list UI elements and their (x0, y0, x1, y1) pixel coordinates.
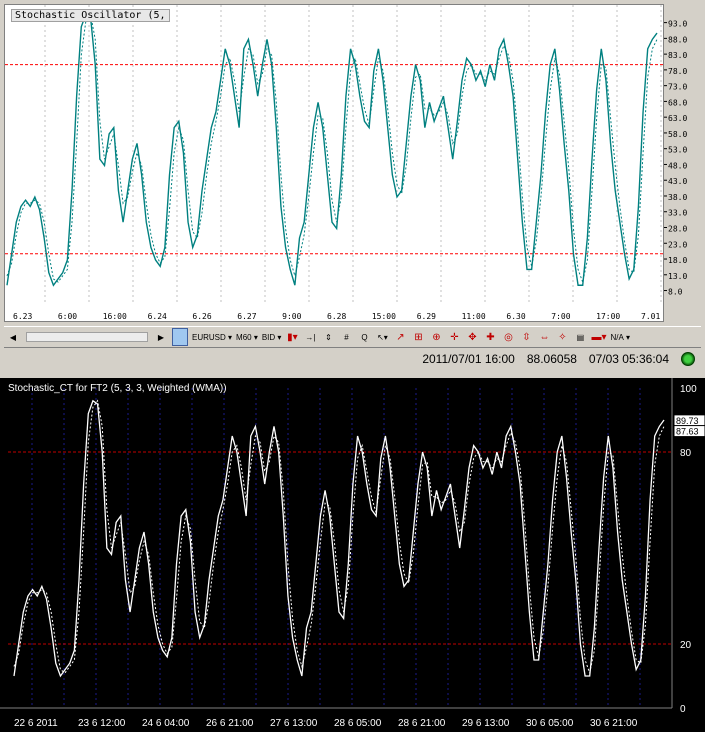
horizontal-scale-icon[interactable]: ⇔ (537, 329, 551, 345)
top-y-tick-label: 38.0 (668, 193, 687, 202)
horizontal-scrollbar[interactable] (26, 332, 148, 342)
top-x-tick-label: 15:00 (372, 312, 396, 321)
top-y-tick-label: 78.0 (668, 67, 687, 76)
top-y-tick-label: 58.0 (668, 130, 687, 139)
cursor-icon[interactable]: ↖▾ (375, 329, 389, 345)
top-y-tick-label: 88.0 (668, 35, 687, 44)
top-chart-window: 6.23 6:00 16:00 6.24 6.26 6.27 9:00 6.28 15:00 6.… (0, 0, 705, 374)
top-x-tick-label: 6.23 (13, 312, 32, 321)
top-y-tick-label: 63.0 (668, 114, 687, 123)
bottom-x-tick-label: 28 6 21:00 (398, 718, 446, 729)
top-main-line (6, 13, 658, 287)
status-bar: 2011/07/01 16:00 88.06058 07/03 05:36:04 (4, 348, 701, 370)
top-y-tick-label: 68.0 (668, 98, 687, 107)
autoscale-icon[interactable]: ⇕ (321, 329, 335, 345)
scroll-left-button[interactable]: ◀ (6, 329, 20, 345)
top-y-tick-label: 48.0 (668, 161, 687, 170)
top-y-tick-label: 93.0 (668, 20, 687, 29)
candlestick-icon[interactable]: ▮▾ (285, 329, 299, 345)
top-signal-line (6, 12, 658, 284)
status-datetime: 2011/07/01 16:00 (422, 352, 515, 366)
price-type-label: BID (261, 332, 276, 342)
bottom-signal-line (13, 399, 665, 675)
top-x-tick-label: 7.01 (641, 312, 660, 321)
bottom-chart-svg: 100 80 20 0 89.7387.63 22 6 2011 23 6 12:00 24 … (0, 378, 705, 729)
top-x-tick-label: 6.24 (148, 312, 167, 321)
chart-thumb-icon[interactable] (172, 328, 188, 346)
connection-icon (681, 352, 695, 366)
top-x-tick-label: 6.28 (327, 312, 346, 321)
bottom-x-tick-label: 27 6 13:00 (270, 718, 318, 729)
top-chart-title: Stochastic Oscillator (5, (11, 9, 170, 22)
zoom-icon[interactable]: ⊕ (429, 329, 443, 345)
top-y-tick-label: 53.0 (668, 146, 687, 155)
zoom-label: N/A (610, 332, 624, 342)
top-x-tick-label: 17:00 (596, 312, 620, 321)
top-y-tick-label: 18.0 (668, 256, 687, 265)
bottom-x-tick-label: 24 6 04:00 (142, 718, 190, 729)
bottom-x-tick-label: 22 6 2011 (14, 718, 58, 729)
scroll-right-button[interactable]: ▶ (154, 329, 168, 345)
top-y-tick-label: 83.0 (668, 51, 687, 60)
top-plot-area[interactable]: 6.23 6:00 16:00 6.24 6.26 6.27 9:00 6.28 15:00 6.… (4, 4, 664, 322)
top-y-tick-label: 13.0 (668, 272, 687, 281)
top-y-tick-label: 33.0 (668, 209, 687, 218)
bottom-value-label: 89.73 (676, 416, 699, 426)
top-y-tick-label: 28.0 (668, 225, 687, 234)
bottom-y-tick-label: 100 (680, 384, 697, 395)
price-type-dropdown[interactable]: BID ▾ (262, 329, 282, 345)
top-x-tick-label: 16:00 (103, 312, 127, 321)
top-chart-svg: 6.23 6:00 16:00 6.24 6.26 6.27 9:00 6.28 15:00 6.… (5, 5, 663, 321)
reset-icon[interactable]: ◎ (501, 329, 515, 345)
timeframe-dropdown[interactable]: M60 ▾ (236, 329, 258, 345)
bottom-x-tick-label: 23 6 12:00 (78, 718, 126, 729)
pan-icon[interactable]: ✥ (465, 329, 479, 345)
draw-line-icon[interactable]: ↗ (393, 329, 407, 345)
symbol-dropdown[interactable]: EURUSD ▾ (192, 329, 232, 345)
quote-icon[interactable]: Q (357, 329, 371, 345)
zoom-dropdown[interactable]: N/A ▾ (610, 329, 630, 345)
bottom-chart-window[interactable]: 100 80 20 0 89.73 87.63 22 6 2011 23 6 12:00 24 … (0, 378, 705, 732)
bottom-main-line (13, 399, 665, 678)
top-x-tick-label: 6:00 (58, 312, 77, 321)
status-clock: 07/03 05:36:04 (588, 352, 669, 366)
bottom-x-tick-label: 29 6 13:00 (462, 718, 510, 729)
vertical-scale-icon[interactable]: ⇳ (519, 329, 533, 345)
timeframe-label: M60 (236, 332, 252, 342)
top-y-axis: 93.0 88.0 83.0 78.0 73.0 68.0 63.0 58.0 53.0 48.0… (664, 20, 687, 297)
shift-end-icon[interactable]: →| (303, 329, 317, 345)
top-x-tick-label: 9:00 (282, 312, 301, 321)
top-x-tick-label: 6.30 (506, 312, 525, 321)
bottom-x-tick-label: 30 6 21:00 (590, 718, 638, 729)
bottom-x-tick-label: 26 6 21:00 (206, 718, 254, 729)
top-x-tick-label: 7:00 (551, 312, 570, 321)
properties-icon[interactable]: ▤ (573, 329, 587, 345)
grid-icon[interactable]: # (339, 329, 353, 345)
bottom-y-tick-label: 20 (680, 640, 692, 651)
crosshair-icon[interactable]: ✛ (447, 329, 461, 345)
top-y-tick-label: 8.0 (668, 288, 683, 297)
top-y-tick-label: 43.0 (668, 177, 687, 186)
bottom-x-tick-label: 30 6 05:00 (526, 718, 574, 729)
bottom-value-label: 87.63 (676, 427, 699, 437)
status-value: 88.06058 (526, 352, 577, 366)
bottom-x-tick-label: 28 6 05:00 (334, 718, 382, 729)
symbol-label: EURUSD (192, 332, 226, 342)
top-y-tick-label: 73.0 (668, 83, 687, 92)
bottom-chart-title: Stochastic_CT for FT2 (5, 3, 3, Weighted… (8, 383, 227, 394)
chart-toolbar: ◀ ▶ EURUSD ▾ M60 ▾ BID ▾ ▮▾ →| ⇕ # Q ↖▾ … (4, 326, 701, 348)
draw-object-icon[interactable]: ⊞ (411, 329, 425, 345)
indicator-icon[interactable]: ▬▾ (591, 329, 606, 345)
top-x-tick-label: 11:00 (462, 312, 486, 321)
bottom-y-tick-label: 80 (680, 448, 692, 459)
top-x-tick-label: 6.27 (237, 312, 256, 321)
top-y-tick-label: 23.0 (668, 240, 687, 249)
bottom-y-tick-label: 0 (680, 704, 686, 715)
top-x-tick-label: 6.29 (417, 312, 436, 321)
top-x-tick-label: 6.26 (192, 312, 211, 321)
fit-icon[interactable]: ✧ (555, 329, 569, 345)
move-icon[interactable]: ✚ (483, 329, 497, 345)
